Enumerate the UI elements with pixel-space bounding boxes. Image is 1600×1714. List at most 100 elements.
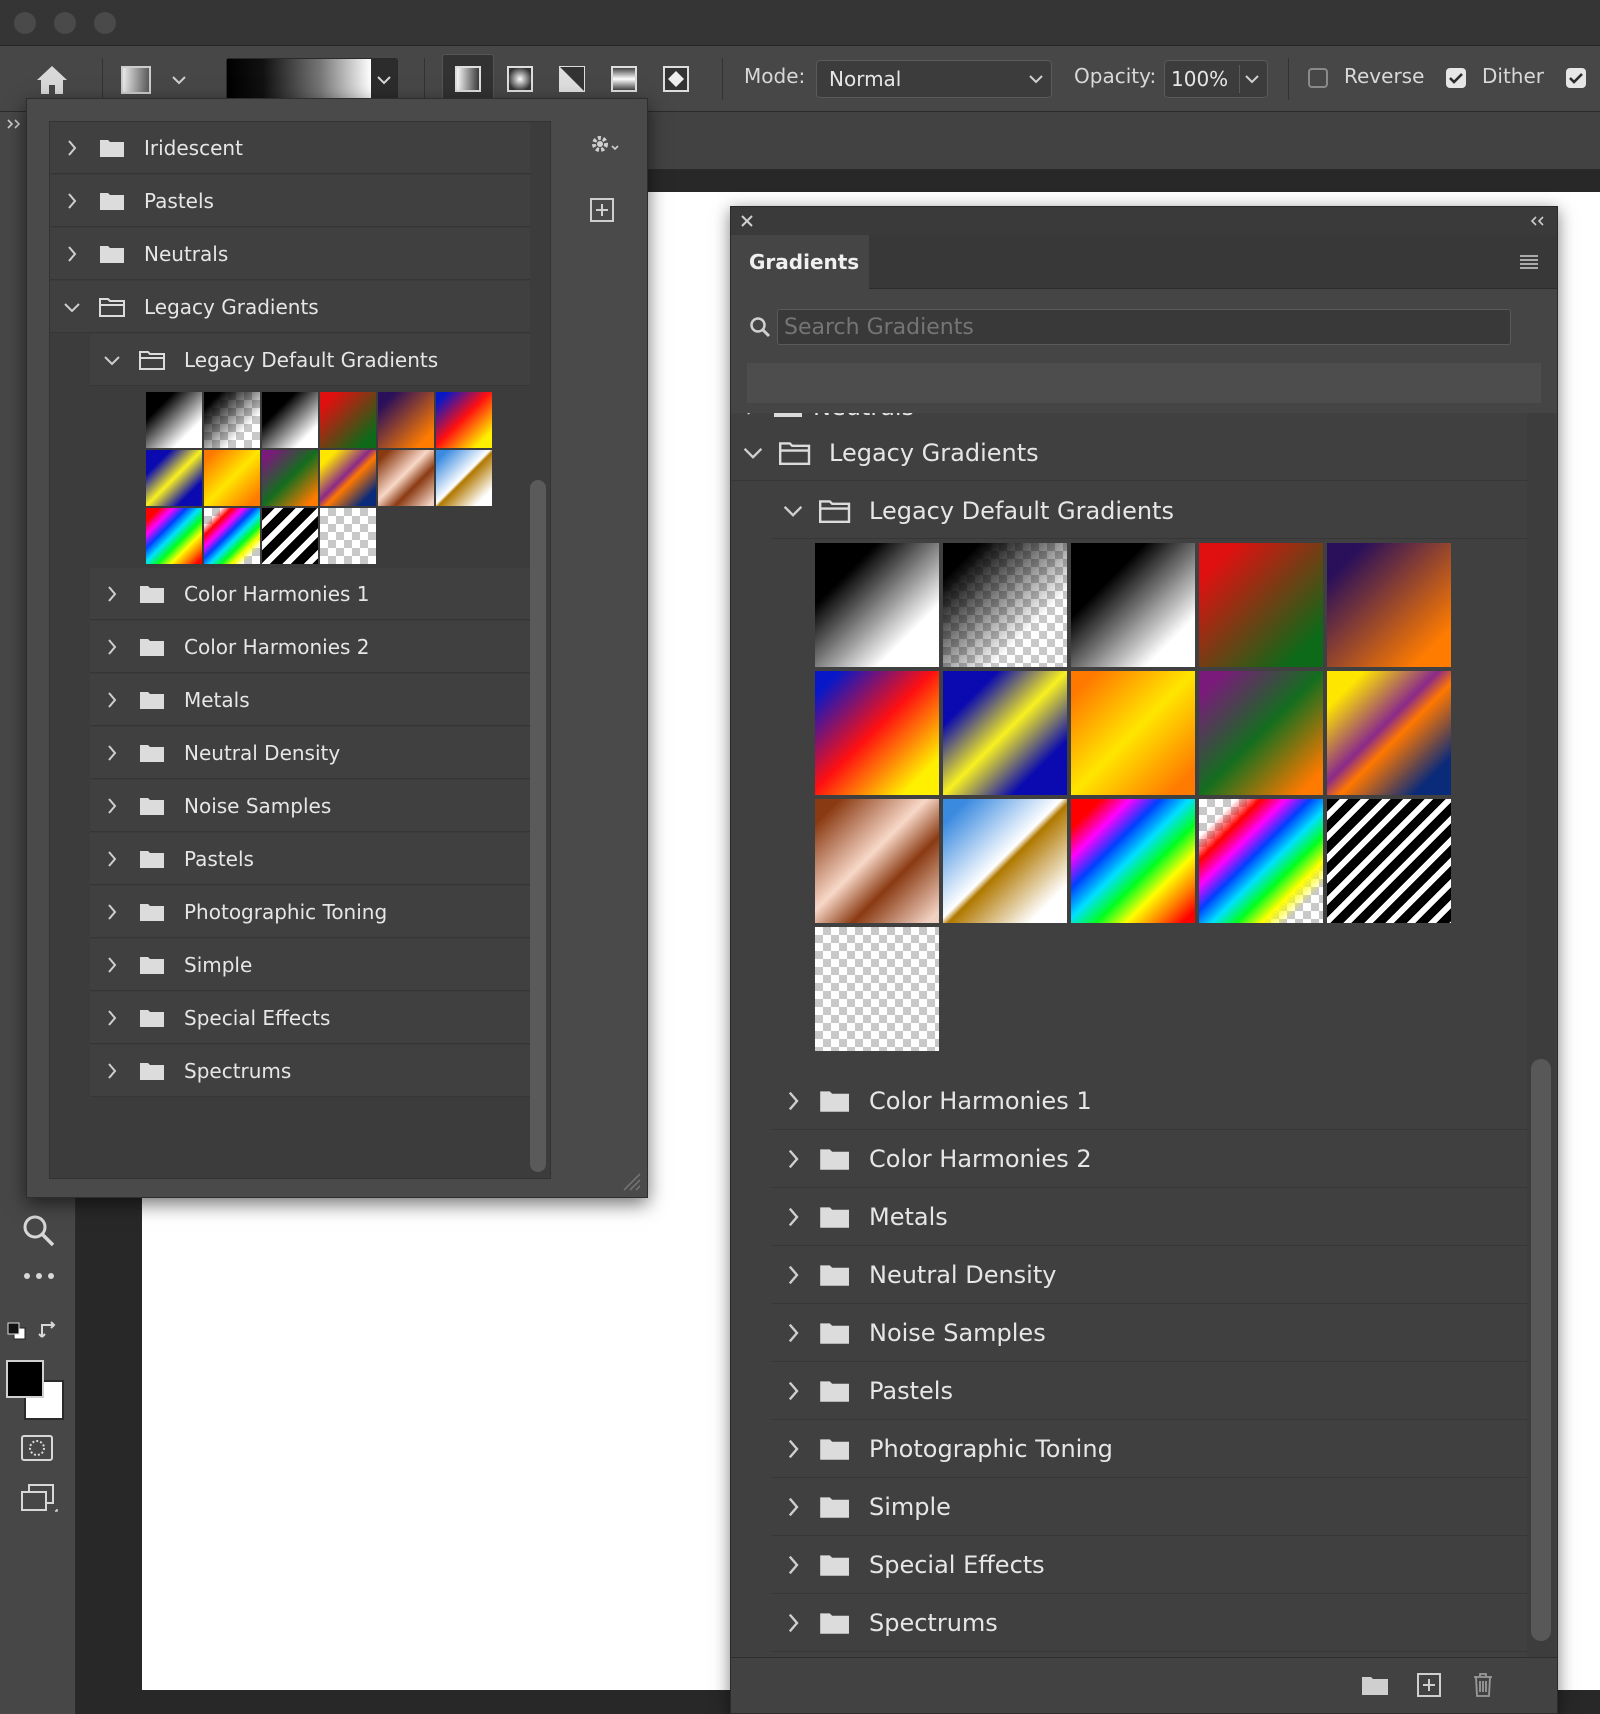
gradient-swatch-black-white[interactable] xyxy=(262,392,318,448)
close-panel-button[interactable] xyxy=(737,211,757,231)
reflected-gradient-button[interactable] xyxy=(598,54,650,104)
panel-subfolder-row[interactable]: Simple xyxy=(771,1479,1527,1536)
gradient-swatch-transparent-rainbow[interactable] xyxy=(204,508,260,564)
gradient-swatch-blue-red-yellow[interactable] xyxy=(436,392,492,448)
panel-subfolder-row[interactable]: Metals xyxy=(771,1189,1527,1246)
opacity-field[interactable]: 100% xyxy=(1164,60,1268,98)
linear-gradient-button[interactable] xyxy=(442,54,494,104)
folder-row-partial[interactable]: Neutrals xyxy=(731,413,1527,421)
chevron-right-icon[interactable] xyxy=(90,674,134,726)
minimize-window-button[interactable] xyxy=(54,12,76,34)
chevron-right-icon[interactable] xyxy=(50,122,94,174)
panel-subfolder-row[interactable]: Noise Samples xyxy=(771,1305,1527,1362)
picker-settings-button[interactable] xyxy=(585,129,625,159)
panel-subfolder-row[interactable]: Spectrums xyxy=(771,1595,1527,1652)
gradient-swatch-transparent[interactable] xyxy=(320,508,376,564)
picker-new-gradient-button[interactable] xyxy=(587,195,617,225)
gradient-swatch-chrome[interactable] xyxy=(943,799,1067,923)
foreground-color-swatch[interactable] xyxy=(6,1360,44,1398)
reverse-checkbox[interactable] xyxy=(1308,68,1328,88)
chevron-down-icon[interactable] xyxy=(90,334,134,386)
screen-mode-button[interactable] xyxy=(16,1480,62,1518)
gradient-swatch-yellow-violet-orange-blue[interactable] xyxy=(1327,671,1451,795)
picker-subfolder-row[interactable]: Neutral Density xyxy=(90,727,530,779)
collapse-panel-button[interactable] xyxy=(1527,211,1547,231)
chevron-right-icon[interactable] xyxy=(50,175,94,227)
chevron-right-icon[interactable] xyxy=(771,1189,815,1246)
chevron-right-icon[interactable] xyxy=(771,1131,815,1188)
picker-folder-row[interactable]: Pastels xyxy=(50,175,530,227)
dither-checkbox[interactable] xyxy=(1446,68,1466,88)
mode-dropdown[interactable]: Normal xyxy=(816,60,1052,98)
panel-scrollbar-thumb[interactable] xyxy=(1531,1059,1551,1641)
chevron-right-icon[interactable] xyxy=(50,228,94,280)
picker-subfolder-row[interactable]: Color Harmonies 2 xyxy=(90,621,530,673)
search-gradients-input[interactable] xyxy=(777,309,1511,345)
panel-menu-button[interactable] xyxy=(1517,251,1541,273)
chevron-down-icon[interactable] xyxy=(771,483,815,539)
chevron-right-icon[interactable] xyxy=(771,1305,815,1362)
gradient-swatch-foreground-to-background[interactable] xyxy=(146,392,202,448)
picker-folder-row[interactable]: Iridescent xyxy=(50,122,530,174)
zoom-tool[interactable] xyxy=(18,1210,60,1252)
chevron-right-icon[interactable] xyxy=(90,833,134,885)
zoom-window-button[interactable] xyxy=(94,12,116,34)
chevron-down-icon[interactable] xyxy=(50,281,94,333)
edit-toolbar-button[interactable] xyxy=(18,1262,60,1290)
chevron-right-icon[interactable] xyxy=(90,780,134,832)
gradient-swatch-black-white[interactable] xyxy=(1071,543,1195,667)
resize-handle[interactable] xyxy=(619,1169,643,1193)
panel-subfolder-row[interactable]: Special Effects xyxy=(771,1537,1527,1594)
close-window-button[interactable] xyxy=(14,12,36,34)
gradient-swatch-violet-green-orange[interactable] xyxy=(1199,671,1323,795)
panel-subfolder-row[interactable]: Neutral Density xyxy=(771,1247,1527,1304)
gradient-swatch-copper[interactable] xyxy=(378,450,434,506)
chevron-right-icon[interactable] xyxy=(771,1247,815,1304)
chevron-right-icon[interactable] xyxy=(90,939,134,991)
gradient-swatch-transparent-rainbow[interactable] xyxy=(1199,799,1323,923)
chevron-right-icon[interactable] xyxy=(90,621,134,673)
gradient-swatch-spectrum[interactable] xyxy=(1071,799,1195,923)
quick-mask-button[interactable] xyxy=(16,1430,58,1466)
gradient-picker-button[interactable] xyxy=(226,58,398,102)
chevron-right-icon[interactable] xyxy=(90,992,134,1044)
tab-gradients[interactable]: Gradients xyxy=(731,235,869,289)
chevron-right-icon[interactable] xyxy=(771,1363,815,1420)
panel-folder-row[interactable]: Legacy Gradients xyxy=(731,425,1527,481)
gradient-swatch-spectrum[interactable] xyxy=(146,508,202,564)
chevron-right-icon[interactable] xyxy=(771,1421,815,1478)
chevron-right-icon[interactable] xyxy=(90,727,134,779)
panel-subfolder-row[interactable]: Legacy Default Gradients xyxy=(771,483,1527,539)
gradient-swatch-violet-orange[interactable] xyxy=(1327,543,1451,667)
transparency-checkbox[interactable] xyxy=(1566,68,1586,88)
panel-subfolder-row[interactable]: Color Harmonies 2 xyxy=(771,1131,1527,1188)
picker-folder-row[interactable]: Legacy Gradients xyxy=(50,281,530,333)
gradient-swatch-blue-yellow-blue[interactable] xyxy=(146,450,202,506)
gradient-swatch-violet-orange[interactable] xyxy=(378,392,434,448)
chevron-right-icon[interactable] xyxy=(771,1073,815,1130)
expand-toolbar-button[interactable] xyxy=(4,114,24,134)
chevron-right-icon[interactable] xyxy=(90,568,134,620)
gradient-swatch-yellow-violet-orange-blue[interactable] xyxy=(320,450,376,506)
picker-subfolder-row[interactable]: Color Harmonies 1 xyxy=(90,568,530,620)
picker-subfolder-row[interactable]: Legacy Default Gradients xyxy=(90,334,530,386)
delete-gradient-button[interactable] xyxy=(1467,1670,1499,1700)
picker-subfolder-row[interactable]: Pastels xyxy=(90,833,530,885)
panel-subfolder-row[interactable]: Pastels xyxy=(771,1363,1527,1420)
gradient-swatch-red-green[interactable] xyxy=(1199,543,1323,667)
picker-subfolder-row[interactable]: Simple xyxy=(90,939,530,991)
picker-subfolder-row[interactable]: Spectrums xyxy=(90,1045,530,1097)
chevron-down-icon[interactable] xyxy=(731,425,775,481)
picker-subfolder-row[interactable]: Special Effects xyxy=(90,992,530,1044)
gradient-swatch-transparent-stripes[interactable] xyxy=(1327,799,1451,923)
gradient-swatch-foreground-to-transparent[interactable] xyxy=(943,543,1067,667)
default-colors-button[interactable] xyxy=(4,1320,30,1342)
gradient-swatch-chrome[interactable] xyxy=(436,450,492,506)
gradient-swatch-violet-green-orange[interactable] xyxy=(262,450,318,506)
gradient-swatch-blue-red-yellow[interactable] xyxy=(815,671,939,795)
tool-preset-picker[interactable] xyxy=(116,60,192,100)
picker-subfolder-row[interactable]: Noise Samples xyxy=(90,780,530,832)
panel-subfolder-row[interactable]: Photographic Toning xyxy=(771,1421,1527,1478)
panel-subfolder-row[interactable]: Color Harmonies 1 xyxy=(771,1073,1527,1130)
gradient-swatch-orange-yellow-orange[interactable] xyxy=(1071,671,1195,795)
